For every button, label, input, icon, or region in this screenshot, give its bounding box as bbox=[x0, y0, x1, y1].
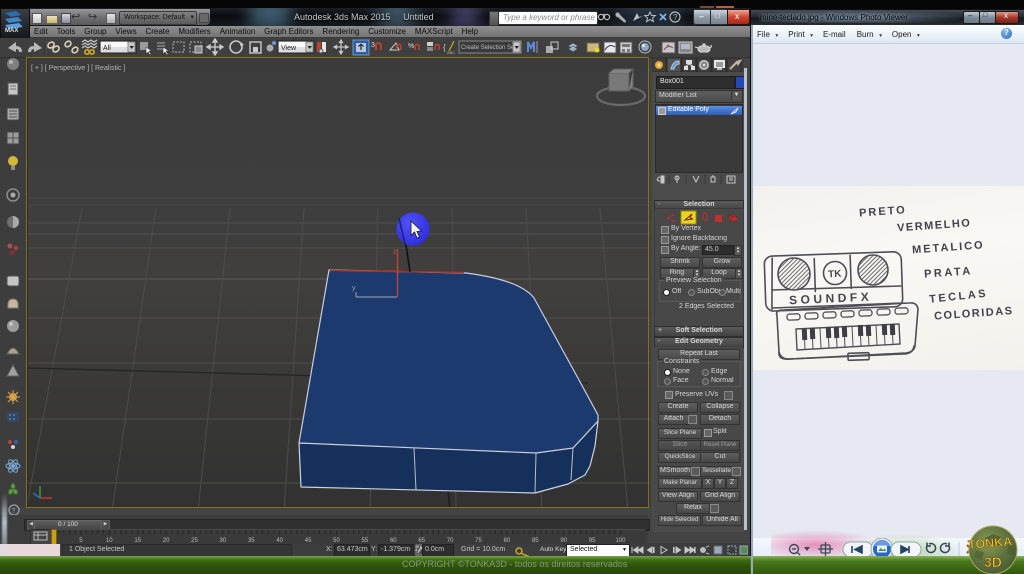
svg-text:All: All bbox=[103, 45, 111, 52]
svg-text:?: ? bbox=[12, 508, 16, 515]
svg-text:Create Selection Se: Create Selection Se bbox=[461, 45, 515, 51]
svg-text:PRATA: PRATA bbox=[924, 265, 973, 280]
svg-text:{: { bbox=[443, 43, 446, 52]
svg-text:TECLAS: TECLAS bbox=[929, 288, 989, 306]
svg-text:%: % bbox=[408, 43, 414, 50]
svg-text:COLORIDAS: COLORIDAS bbox=[934, 305, 1014, 323]
svg-text:View: View bbox=[281, 45, 297, 52]
svg-text:VERMELHO: VERMELHO bbox=[897, 217, 972, 234]
svg-text:PRETO: PRETO bbox=[859, 204, 907, 219]
svg-text:TK: TK bbox=[828, 269, 843, 281]
svg-text:3: 3 bbox=[371, 42, 375, 49]
svg-text:3D: 3D bbox=[984, 554, 1002, 570]
svg-text:ABC: ABC bbox=[447, 50, 455, 55]
svg-text:?: ? bbox=[673, 13, 678, 22]
svg-text:METALICO: METALICO bbox=[912, 239, 985, 256]
